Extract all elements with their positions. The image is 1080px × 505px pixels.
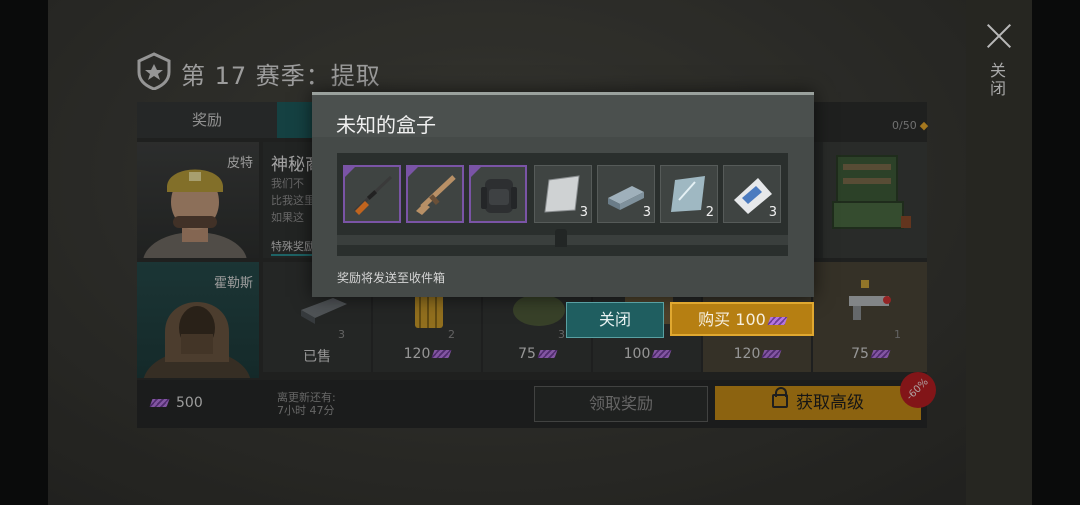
reward-item-assault-rifle[interactable]	[406, 165, 464, 223]
reward-item-backpack[interactable]	[469, 165, 527, 223]
reward-item-cement-bag[interactable]: 3	[723, 165, 781, 223]
item-count: 2	[705, 205, 714, 220]
dialog-title: 未知的盒子	[336, 113, 436, 137]
buy-button[interactable]: 购买 100	[670, 302, 814, 336]
assault-rifle-icon	[416, 175, 456, 215]
reward-items-panel: 3 3 2 3	[337, 153, 788, 256]
item-count: 3	[642, 205, 651, 220]
backpack-icon	[481, 179, 517, 213]
item-count: 3	[579, 205, 588, 220]
close-icon[interactable]	[985, 22, 1013, 50]
reward-item-sniper-rifle[interactable]	[343, 165, 401, 223]
sniper-rifle-icon	[353, 175, 393, 215]
token-icon	[767, 316, 788, 325]
buy-label: 购买	[698, 310, 731, 329]
reward-item-metal-ingot[interactable]: 3	[597, 165, 655, 223]
reward-item-steel-plate[interactable]: 3	[534, 165, 592, 223]
buy-price: 100	[735, 310, 766, 329]
reward-item-glass-pane[interactable]: 2	[660, 165, 718, 223]
close-label[interactable]: 关闭	[987, 62, 1008, 98]
items-scroll-thumb[interactable]	[555, 229, 567, 247]
item-count: 3	[768, 205, 777, 220]
inbox-note: 奖励将发送至收件箱	[337, 271, 446, 285]
unknown-box-dialog: 未知的盒子 3 3 2 3 奖励将发送至收件箱	[312, 92, 814, 297]
dialog-close-button[interactable]: 关闭	[566, 302, 664, 338]
